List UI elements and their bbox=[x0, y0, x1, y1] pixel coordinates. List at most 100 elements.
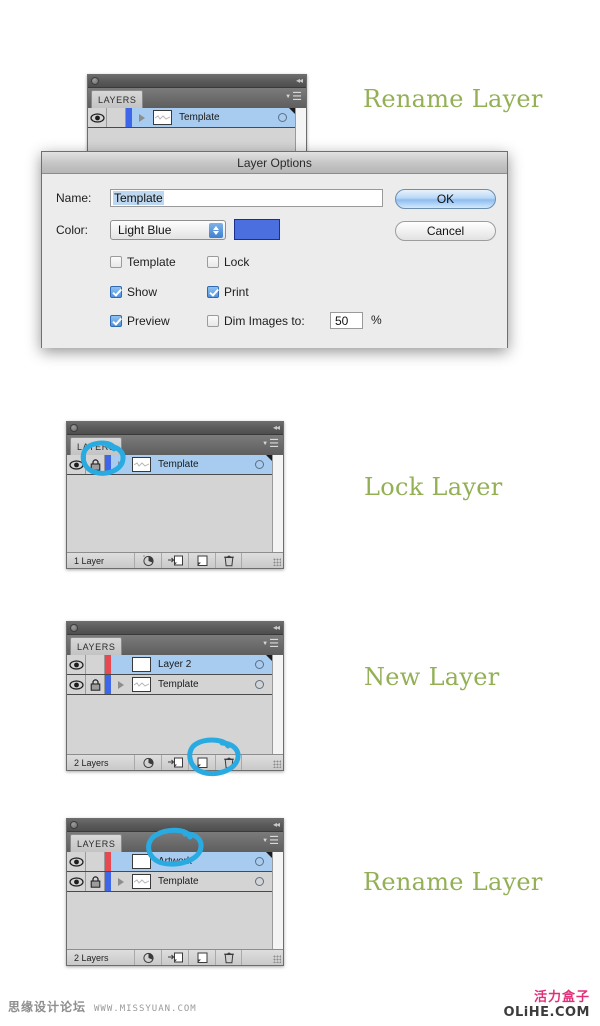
panel-tabbar[interactable]: LAYERS ▼☰ bbox=[67, 832, 283, 854]
vertical-scrollbar[interactable] bbox=[272, 655, 283, 770]
triangle-right-icon bbox=[117, 460, 124, 469]
ok-button[interactable]: OK bbox=[395, 189, 496, 209]
layer-lock-toggle[interactable] bbox=[86, 872, 105, 891]
layer-lock-toggle[interactable] bbox=[86, 655, 105, 674]
layer-target-indicator[interactable] bbox=[255, 660, 264, 669]
panel-close-dot-icon[interactable] bbox=[70, 821, 78, 829]
layer-visibility-toggle[interactable] bbox=[67, 675, 86, 694]
checkbox-preview[interactable]: Preview bbox=[110, 314, 170, 328]
table-row[interactable]: Template bbox=[67, 675, 272, 695]
tab-layers[interactable]: LAYERS bbox=[70, 437, 123, 456]
checkbox-template[interactable]: Template bbox=[110, 255, 176, 269]
resize-grip-icon[interactable] bbox=[273, 760, 281, 768]
lock-checkbox[interactable] bbox=[207, 256, 219, 268]
dim-images-checkbox[interactable] bbox=[207, 315, 219, 327]
delete-selection-button[interactable] bbox=[215, 553, 242, 568]
layer-lock-toggle[interactable] bbox=[107, 108, 126, 127]
panel-close-dot-icon[interactable] bbox=[70, 624, 78, 632]
table-row[interactable]: Template bbox=[67, 455, 272, 475]
checkbox-lock[interactable]: Lock bbox=[207, 255, 249, 269]
layers-panel-2[interactable]: ◂◂ LAYERS ▼☰ Template 1 Layer bbox=[66, 421, 284, 569]
panel-tabbar[interactable]: LAYERS ▼☰ bbox=[67, 435, 283, 457]
layer-lock-toggle[interactable] bbox=[86, 675, 105, 694]
layer-disclosure-triangle[interactable] bbox=[111, 680, 130, 689]
layer-disclosure-triangle[interactable] bbox=[111, 460, 130, 469]
tab-layers[interactable]: LAYERS bbox=[70, 834, 123, 853]
layer-visibility-toggle[interactable] bbox=[67, 872, 86, 891]
table-row[interactable]: Layer 2 bbox=[67, 655, 272, 675]
create-new-layer-button[interactable] bbox=[188, 755, 215, 770]
panel-titlebar[interactable]: ◂◂ bbox=[67, 819, 283, 832]
layer-lock-toggle[interactable] bbox=[86, 852, 105, 871]
create-new-layer-button[interactable] bbox=[188, 950, 215, 965]
trash-icon bbox=[223, 952, 234, 964]
tab-layers-label: LAYERS bbox=[77, 642, 116, 652]
layer-color-swatch[interactable] bbox=[234, 219, 280, 240]
make-clipping-mask-button[interactable] bbox=[134, 755, 161, 770]
collapse-panel-icon[interactable]: ◂◂ bbox=[273, 424, 280, 432]
collapse-panel-icon[interactable]: ◂◂ bbox=[273, 821, 280, 829]
stepper-arrows-icon[interactable] bbox=[209, 223, 223, 238]
layer-target-indicator[interactable] bbox=[255, 680, 264, 689]
template-checkbox[interactable] bbox=[110, 256, 122, 268]
layer-color-select[interactable]: Light Blue bbox=[110, 220, 226, 240]
tab-layers[interactable]: LAYERS bbox=[70, 637, 123, 656]
panel-tabbar[interactable]: LAYERS ▼☰ bbox=[67, 635, 283, 657]
cancel-button[interactable]: Cancel bbox=[395, 221, 496, 241]
panel-close-dot-icon[interactable] bbox=[70, 424, 78, 432]
create-new-sublayer-button[interactable] bbox=[161, 553, 188, 568]
layer-name-input-value: Template bbox=[113, 191, 164, 205]
resize-grip-icon[interactable] bbox=[273, 955, 281, 963]
panel-close-dot-icon[interactable] bbox=[91, 77, 99, 85]
layer-target-indicator[interactable] bbox=[255, 857, 264, 866]
tab-layers[interactable]: LAYERS bbox=[91, 90, 144, 109]
collapse-panel-icon[interactable]: ◂◂ bbox=[273, 624, 280, 632]
table-row[interactable]: Template bbox=[88, 108, 295, 128]
dim-images-input[interactable]: 50 bbox=[330, 312, 363, 329]
layer-visibility-toggle[interactable] bbox=[67, 655, 86, 674]
new-sublayer-icon bbox=[167, 952, 183, 963]
layer-disclosure-triangle[interactable] bbox=[111, 877, 130, 886]
create-new-sublayer-button[interactable] bbox=[161, 755, 188, 770]
create-new-layer-button[interactable] bbox=[188, 553, 215, 568]
collapse-panel-icon[interactable]: ◂◂ bbox=[296, 77, 303, 85]
percent-label: % bbox=[371, 313, 382, 327]
panel-menu-icon[interactable]: ▼☰ bbox=[285, 92, 302, 103]
table-row[interactable]: Artwork bbox=[67, 852, 272, 872]
watermark-right: 活力盒子 OLiHE.COM bbox=[503, 990, 590, 1020]
panel-titlebar[interactable]: ◂◂ bbox=[67, 622, 283, 635]
layer-visibility-toggle[interactable] bbox=[88, 108, 107, 127]
layers-panel-3[interactable]: ◂◂ LAYERS ▼☰ Layer 2 Template 2 Layers bbox=[66, 621, 284, 771]
layer-visibility-toggle[interactable] bbox=[67, 455, 86, 474]
layer-target-indicator[interactable] bbox=[278, 113, 287, 122]
panel-tabbar[interactable]: LAYERS ▼☰ bbox=[88, 88, 306, 110]
layer-name-input[interactable]: Template bbox=[110, 189, 383, 207]
resize-grip-icon[interactable] bbox=[273, 558, 281, 566]
layer-thumbnail bbox=[132, 657, 151, 672]
print-checkbox[interactable] bbox=[207, 286, 219, 298]
panel-menu-icon[interactable]: ▼☰ bbox=[262, 639, 279, 650]
checkbox-dim-images[interactable]: Dim Images to: bbox=[207, 314, 305, 328]
checkbox-print[interactable]: Print bbox=[207, 285, 249, 299]
panel-titlebar[interactable]: ◂◂ bbox=[67, 422, 283, 435]
tab-layers-label: LAYERS bbox=[77, 442, 116, 452]
template-thumb-icon bbox=[134, 682, 149, 687]
layer-visibility-toggle[interactable] bbox=[67, 852, 86, 871]
panel-titlebar[interactable]: ◂◂ bbox=[88, 75, 306, 88]
layers-panel-4[interactable]: ◂◂ LAYERS ▼☰ Artwork Template 2 Layers bbox=[66, 818, 284, 966]
create-new-sublayer-button[interactable] bbox=[161, 950, 188, 965]
make-clipping-mask-button[interactable] bbox=[134, 950, 161, 965]
table-row[interactable]: Template bbox=[67, 872, 272, 892]
panel-menu-icon[interactable]: ▼☰ bbox=[262, 836, 279, 847]
delete-selection-button[interactable] bbox=[215, 950, 242, 965]
preview-checkbox[interactable] bbox=[110, 315, 122, 327]
delete-selection-button[interactable] bbox=[215, 755, 242, 770]
panel-menu-icon[interactable]: ▼☰ bbox=[262, 439, 279, 450]
layer-lock-toggle[interactable] bbox=[86, 455, 105, 474]
show-checkbox[interactable] bbox=[110, 286, 122, 298]
checkbox-show[interactable]: Show bbox=[110, 285, 157, 299]
layer-disclosure-triangle[interactable] bbox=[132, 113, 151, 122]
make-clipping-mask-button[interactable] bbox=[134, 553, 161, 568]
layer-target-indicator[interactable] bbox=[255, 460, 264, 469]
layer-target-indicator[interactable] bbox=[255, 877, 264, 886]
